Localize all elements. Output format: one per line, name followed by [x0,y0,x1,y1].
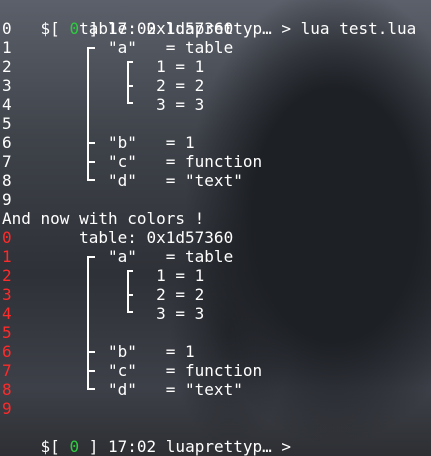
output-line: 5 [2,114,12,133]
line-number: 9 [2,190,12,209]
line-text: "b" = 1 [11,342,195,361]
line-text: "c" = function [11,361,263,380]
output-line: 1 "a" = table [2,247,233,266]
output-line: 1 "a" = table [2,38,233,57]
line-text: 1 = 1 [11,266,205,285]
prompt-host: luaprettyp… > [165,437,301,456]
output-line: 2 1 = 1 [2,266,204,285]
output-line: 4 3 = 3 [2,95,204,114]
output-line: 0 table: 0x1d57360 [2,228,233,247]
line-number: 6 [2,342,12,361]
line-number: 2 [2,57,12,76]
line-text: 2 = 2 [11,285,205,304]
terminal-window[interactable]: $[ 0 ] 17:02 luaprettyp… > lua test.lua … [0,0,431,456]
line-number: 0 [2,19,12,38]
output-line: 2 1 = 1 [2,57,204,76]
line-number: 3 [2,76,12,95]
output-line: 0 table: 0x1d57360 [2,19,233,38]
output-line: 3 2 = 2 [2,285,204,304]
line-text: 3 = 3 [11,304,205,323]
output-line: 9 [2,190,12,209]
line-text: "c" = function [11,152,263,171]
output-line: 5 [2,323,12,342]
prompt-line: $[ 0 ] 17:02 luaprettyp… > lua test.lua [2,0,417,38]
output-line: 6 "b" = 1 [2,133,195,152]
line-number: 2 [2,266,12,285]
message-line: And now with colors ! [2,209,205,228]
prompt-command: lua test.lua [300,19,417,38]
output-line: 7 "c" = function [2,152,262,171]
line-text: 3 = 3 [11,95,205,114]
output-line: 6 "b" = 1 [2,342,195,361]
line-text: 2 = 2 [11,76,205,95]
output-line: 7 "c" = function [2,361,262,380]
line-text: "d" = "text" [11,171,243,190]
line-number: 0 [2,228,12,247]
output-line: 4 3 = 3 [2,304,204,323]
output-line: 9 [2,399,12,418]
output-line: 8 "d" = "text" [2,380,243,399]
exit-status: 0 [69,437,80,456]
prompt-time: 17:02 [107,437,157,456]
line-text: "a" = table [11,38,234,57]
line-text: 1 = 1 [11,57,205,76]
line-number: 3 [2,285,12,304]
line-number: 1 [2,38,12,57]
line-number: 8 [2,171,12,190]
line-number: 4 [2,95,12,114]
line-number: 1 [2,247,12,266]
prompt-sep [156,437,166,456]
prompt-close: ] [79,437,108,456]
line-number: 7 [2,361,12,380]
line-number: 5 [2,323,12,342]
output-line: 3 2 = 2 [2,76,204,95]
line-number: 5 [2,114,12,133]
line-text: table: 0x1d57360 [11,19,234,38]
line-number: 6 [2,133,12,152]
line-text: "b" = 1 [11,133,195,152]
line-text: "a" = table [11,247,234,266]
prompt-line: $[ 0 ] 17:02 luaprettyp… > [2,418,301,456]
prompt-open: $[ [40,437,70,456]
line-text: table: 0x1d57360 [11,228,234,247]
line-number: 4 [2,304,12,323]
line-text: "d" = "text" [11,380,243,399]
output-line: 8 "d" = "text" [2,171,243,190]
line-number: 8 [2,380,12,399]
line-number: 9 [2,399,12,418]
line-number: 7 [2,152,12,171]
